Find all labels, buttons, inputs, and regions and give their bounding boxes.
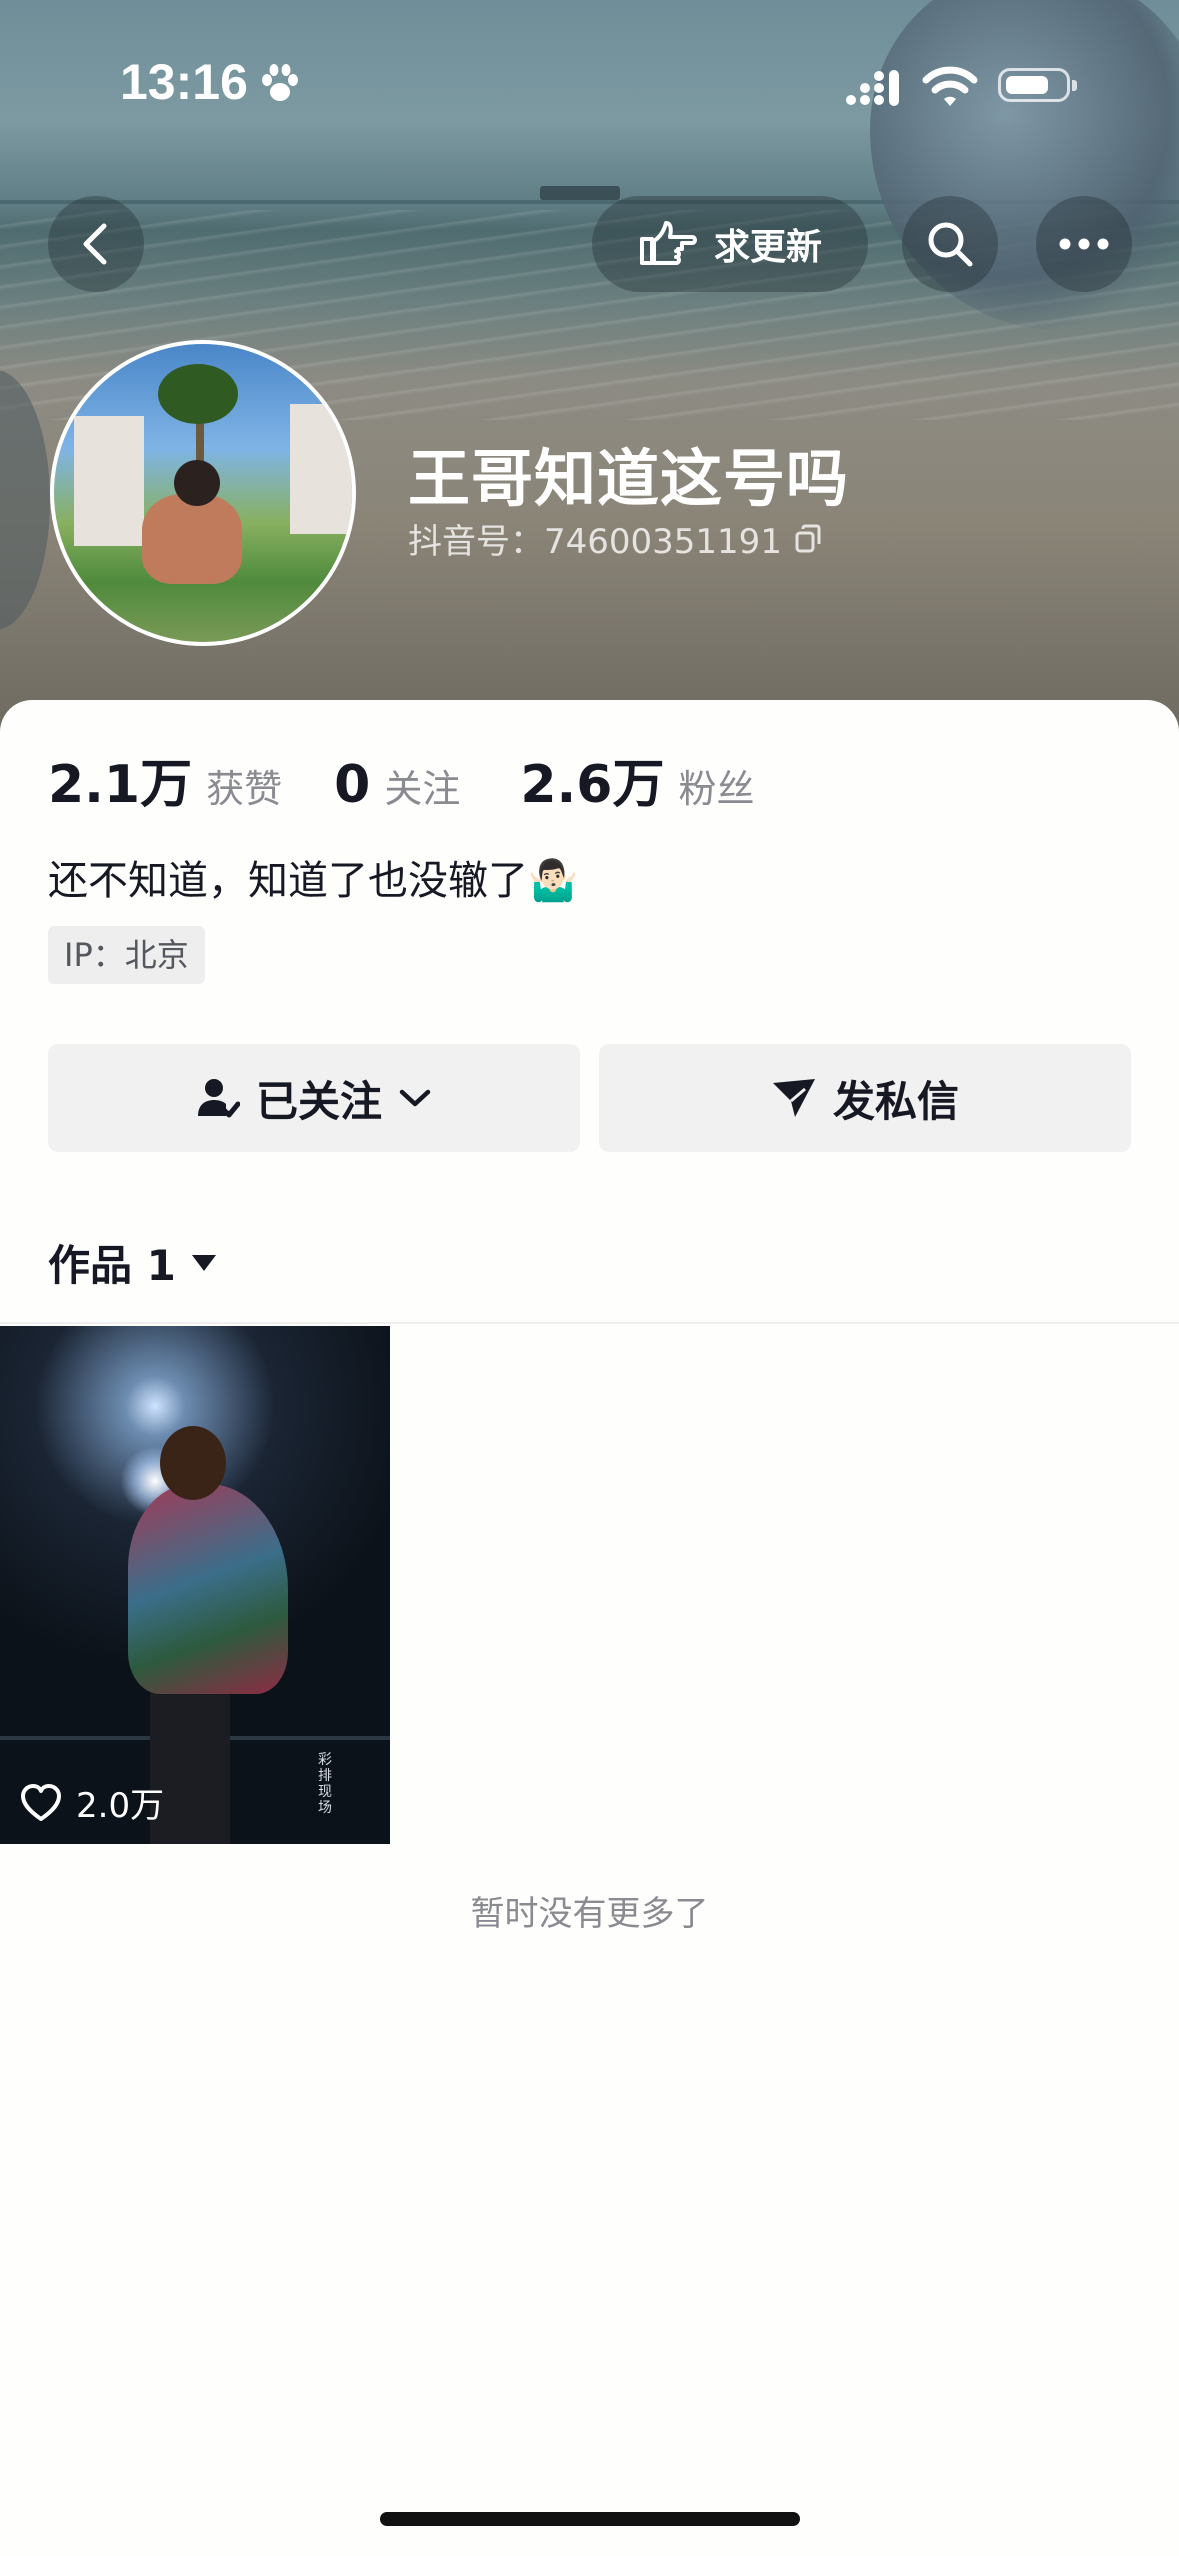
- avatar-person-head: [174, 460, 220, 506]
- video-caption: 彩排现场: [318, 1752, 332, 1816]
- followers-count[interactable]: 2.6万: [520, 742, 664, 817]
- more-dots-icon: [1059, 238, 1109, 250]
- cellular-signal-icon: [846, 70, 899, 106]
- tab-divider: [0, 1322, 1179, 1324]
- ip-location-badge: IP：北京: [48, 926, 205, 984]
- caret-down-icon: [191, 1254, 216, 1271]
- back-button[interactable]: [48, 196, 144, 292]
- douyin-id-row[interactable]: 抖音号：74600351191: [408, 514, 822, 563]
- wifi-icon: [922, 66, 978, 106]
- request-update-button[interactable]: 求更新: [592, 196, 868, 292]
- following-count[interactable]: 0: [334, 755, 370, 815]
- chevron-left-icon: [83, 223, 107, 265]
- copy-icon[interactable]: [794, 524, 822, 554]
- performer-head: [160, 1426, 226, 1500]
- chevron-down-icon: [399, 1089, 431, 1107]
- following-button[interactable]: 已关注: [48, 1044, 580, 1152]
- heart-icon: [21, 1783, 61, 1821]
- more-options-button[interactable]: [1036, 196, 1132, 292]
- send-message-label: 发私信: [832, 1076, 959, 1126]
- user-check-icon: [197, 1079, 240, 1118]
- followers-label[interactable]: 粉丝: [678, 758, 754, 813]
- ship-silhouette: [540, 186, 620, 200]
- performer-jacket: [128, 1484, 288, 1694]
- send-message-button[interactable]: 发私信: [599, 1044, 1131, 1152]
- following-label[interactable]: 关注: [384, 758, 460, 813]
- search-button[interactable]: [902, 196, 998, 292]
- paper-plane-icon: [772, 1079, 815, 1117]
- likes-count: 2.1万: [48, 755, 193, 815]
- pointing-hand-icon: [639, 221, 697, 265]
- home-indicator[interactable]: [380, 2512, 800, 2526]
- search-icon: [928, 222, 973, 267]
- battery-icon: [998, 68, 1077, 102]
- avatar-building-left: [74, 416, 144, 546]
- avatar-person: [142, 494, 242, 584]
- avatar-palm-leaves: [158, 364, 238, 424]
- request-update-label: 求更新: [713, 227, 822, 268]
- avatar-building-right: [290, 404, 352, 534]
- likes-label: 获赞: [206, 767, 283, 811]
- profile-name: 王哥知道这号吗: [408, 442, 850, 515]
- following-button-label: 已关注: [255, 1076, 382, 1126]
- no-more-content-text: 暂时没有更多了: [470, 1894, 709, 1934]
- video-thumbnail[interactable]: 彩排现场: [0, 1326, 390, 1844]
- video-likes: 2.0万: [20, 1778, 164, 1827]
- tab-works[interactable]: 作品 1: [48, 1232, 218, 1293]
- avatar[interactable]: [50, 340, 356, 646]
- tab-works-label: 作品 1: [48, 1241, 176, 1290]
- paw-icon: [262, 64, 298, 101]
- video-likes-count: 2.0万: [76, 1786, 165, 1826]
- bio-text: 还不知道，知道了也没辙了🤷🏻‍♂️: [48, 858, 578, 904]
- stats-row: 2.1万 获赞 0 关注 2.6万 粉丝: [48, 742, 754, 817]
- douyin-id-text: 抖音号：74600351191: [408, 522, 782, 562]
- status-time: 13:16: [120, 54, 248, 110]
